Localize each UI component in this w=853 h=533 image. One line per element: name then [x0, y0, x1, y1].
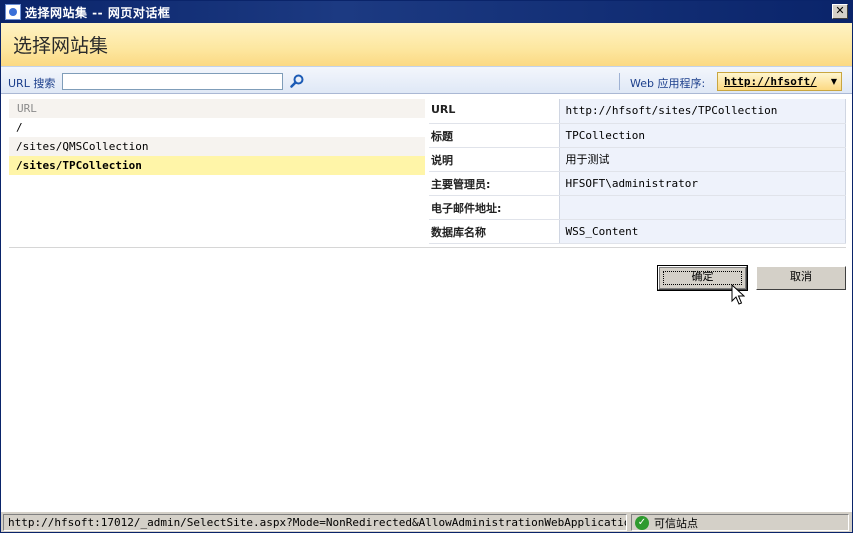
detail-value: 用于测试 — [559, 147, 846, 172]
list-item[interactable]: / — [9, 118, 425, 137]
web-app-dropdown[interactable]: http://hfsoft/ ▼ — [717, 72, 842, 91]
list-column-header[interactable]: URL — [9, 99, 425, 118]
mouse-pointer-icon — [731, 284, 745, 305]
focus-rectangle — [663, 271, 742, 285]
detail-value — [559, 195, 846, 220]
detail-row: URL http://hfsoft/sites/TPCollection — [429, 99, 846, 124]
status-url: http://hfsoft:17012/_admin/SelectSite.as… — [3, 514, 627, 531]
list-item[interactable]: /sites/QMSCollection — [9, 137, 425, 156]
detail-row: 数据库名称 WSS_Content — [429, 219, 846, 244]
detail-label: 电子邮件地址: — [429, 195, 560, 220]
dialog-window: 选择网站集 -- 网页对话框 ✕ 选择网站集 URL 搜索 Web 应用程序: … — [0, 0, 853, 533]
ie-page-icon — [5, 4, 21, 20]
main-content: URL / /sites/QMSCollection /sites/TPColl… — [1, 94, 852, 511]
site-details-table: URL http://hfsoft/sites/TPCollection 标题 … — [429, 99, 846, 244]
window-title: 选择网站集 -- 网页对话框 — [25, 5, 171, 20]
detail-label: 标题 — [429, 123, 560, 148]
list-item-selected[interactable]: /sites/TPCollection — [9, 156, 425, 175]
page-title: 选择网站集 — [13, 35, 109, 57]
detail-label: 说明 — [429, 147, 560, 172]
search-label: URL 搜索 — [8, 77, 56, 90]
status-bar: http://hfsoft:17012/_admin/SelectSite.as… — [1, 511, 852, 532]
web-app-value: http://hfsoft/ — [724, 75, 817, 88]
close-button[interactable]: ✕ — [832, 4, 848, 19]
detail-row: 标题 TPCollection — [429, 123, 846, 148]
cancel-button[interactable]: 取消 — [756, 266, 846, 290]
title-bar[interactable]: 选择网站集 -- 网页对话框 ✕ — [1, 1, 852, 23]
header-banner: 选择网站集 — [1, 23, 852, 66]
detail-label: 数据库名称 — [429, 219, 560, 244]
detail-value: TPCollection — [559, 123, 846, 148]
search-icon[interactable] — [290, 74, 304, 88]
zone-label: 可信站点 — [654, 516, 698, 530]
detail-row: 说明 用于测试 — [429, 147, 846, 172]
search-toolbar: URL 搜索 Web 应用程序: http://hfsoft/ ▼ — [1, 66, 852, 94]
chevron-down-icon: ▼ — [830, 77, 838, 86]
site-collection-list: URL / /sites/QMSCollection /sites/TPColl… — [9, 99, 425, 175]
detail-value: WSS_Content — [559, 219, 846, 244]
toolbar-separator — [619, 73, 620, 90]
check-icon: ✓ — [635, 515, 649, 530]
security-zone[interactable]: ✓ 可信站点 — [631, 514, 849, 531]
detail-label: 主要管理员: — [429, 171, 560, 196]
web-app-label: Web 应用程序: — [630, 77, 706, 90]
detail-value: http://hfsoft/sites/TPCollection — [559, 99, 846, 124]
detail-value: HFSOFT\administrator — [559, 171, 846, 196]
detail-row: 主要管理员: HFSOFT\administrator — [429, 171, 846, 196]
section-divider — [9, 247, 846, 248]
search-input[interactable] — [62, 73, 283, 90]
detail-row: 电子邮件地址: — [429, 195, 846, 220]
detail-label: URL — [429, 99, 560, 124]
